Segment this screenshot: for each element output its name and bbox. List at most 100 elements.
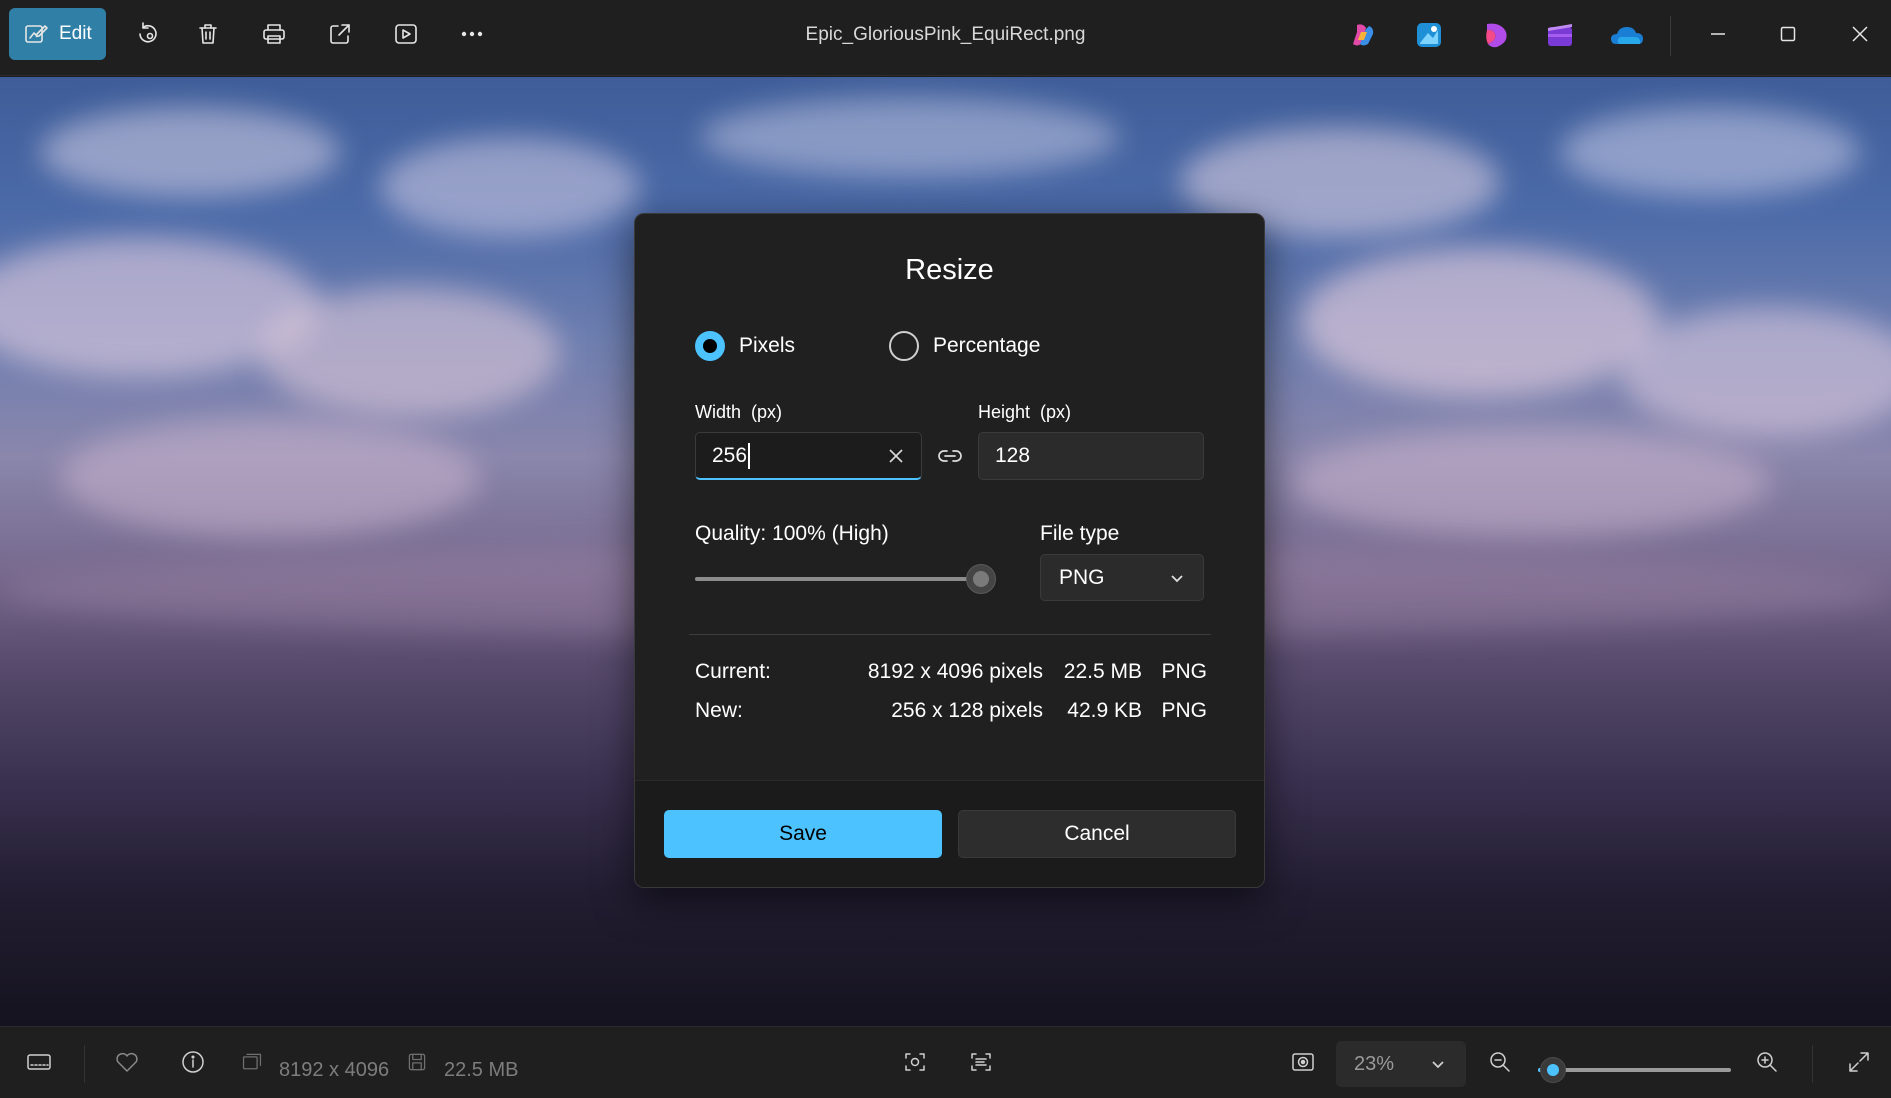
resize-dialog: Resize Pixels Percentage Width (px) 256 … xyxy=(634,213,1265,888)
zoom-slider-track[interactable] xyxy=(1538,1068,1731,1072)
zoom-out-button[interactable] xyxy=(1485,1047,1515,1077)
share-button[interactable] xyxy=(316,8,364,60)
new-dimensions: 256 x 128 pixels xyxy=(891,699,1043,722)
link-icon xyxy=(938,450,962,462)
cloud xyxy=(1620,307,1891,437)
share-icon xyxy=(330,24,350,44)
zoom-level: 23% xyxy=(1354,1052,1395,1075)
clear-icon xyxy=(889,449,903,463)
quality-label: Quality: 100% (High) xyxy=(695,522,889,545)
current-size: 22.5 MB xyxy=(1063,660,1142,683)
width-input[interactable]: 256 xyxy=(695,432,922,480)
new-size: 42.9 KB xyxy=(1067,699,1142,722)
quality-slider-thumb[interactable] xyxy=(966,564,996,594)
current-dimensions: 8192 x 4096 pixels xyxy=(867,660,1043,683)
quality-slider-track[interactable] xyxy=(695,577,980,581)
new-type: PNG xyxy=(1161,699,1207,722)
current-type: PNG xyxy=(1161,660,1207,683)
file-size-icon xyxy=(405,1047,429,1077)
minimize-button[interactable] xyxy=(1688,8,1748,60)
cloud xyxy=(700,97,1120,177)
file-info-button[interactable] xyxy=(178,1047,208,1077)
cancel-button[interactable]: Cancel xyxy=(958,810,1236,858)
cloud xyxy=(1290,427,1770,537)
new-label: New: xyxy=(695,699,743,722)
print-icon xyxy=(263,24,285,44)
fit-to-window-button[interactable] xyxy=(1288,1047,1318,1077)
rotate-icon xyxy=(139,22,157,43)
zoom-out-icon xyxy=(1490,1052,1510,1072)
chevron-down-icon xyxy=(1432,1061,1444,1069)
status-divider xyxy=(1812,1045,1813,1083)
lock-aspect-ratio-button[interactable] xyxy=(936,442,964,470)
clear-width-button[interactable] xyxy=(887,447,905,465)
radio-checked-icon xyxy=(695,331,725,361)
current-label: Current: xyxy=(695,660,771,683)
cloud xyxy=(1560,107,1860,197)
zoom-level-dropdown[interactable]: 23% xyxy=(1336,1041,1466,1087)
titlebar-divider xyxy=(1670,16,1671,56)
file-type-value: PNG xyxy=(1059,565,1105,589)
slideshow-icon xyxy=(395,24,417,44)
full-screen-button[interactable] xyxy=(1844,1047,1874,1077)
file-type-dropdown[interactable]: PNG xyxy=(1040,554,1204,601)
cloud xyxy=(380,137,640,237)
text-scan-icon xyxy=(971,1053,991,1071)
visual-search-button[interactable] xyxy=(900,1047,930,1077)
video-editor-icon[interactable] xyxy=(1545,20,1575,50)
zoom-in-button[interactable] xyxy=(1752,1047,1782,1077)
slideshow-button[interactable] xyxy=(382,8,430,60)
more-button[interactable] xyxy=(448,8,496,60)
edit-button[interactable]: Edit xyxy=(9,8,106,60)
percentage-radio[interactable]: Percentage xyxy=(889,331,1040,361)
radio-unchecked-icon xyxy=(889,331,919,361)
file-size: 22.5 MB xyxy=(444,1059,519,1081)
favorite-button[interactable] xyxy=(112,1047,142,1077)
percentage-radio-label: Percentage xyxy=(933,334,1041,357)
print-button[interactable] xyxy=(250,8,298,60)
filmstrip-icon xyxy=(27,1054,51,1070)
cloud xyxy=(40,107,340,197)
pixels-radio[interactable]: Pixels xyxy=(695,331,795,361)
pixels-radio-label: Pixels xyxy=(739,334,796,357)
clipchamp-icon[interactable] xyxy=(1481,20,1511,50)
height-input[interactable]: 128 xyxy=(978,432,1204,480)
delete-button[interactable] xyxy=(184,8,232,60)
close-icon xyxy=(1852,26,1868,42)
rotate-button[interactable] xyxy=(124,8,172,60)
delete-icon xyxy=(199,24,217,44)
status-bar: 8192 x 4096 22.5 MB 23% xyxy=(0,1026,1891,1098)
status-divider xyxy=(84,1045,85,1083)
dialog-title: Resize xyxy=(905,254,994,286)
edit-image-icon xyxy=(25,25,48,43)
image-dimensions: 8192 x 4096 xyxy=(279,1059,390,1081)
dialog-divider xyxy=(689,634,1211,635)
dimensions-icon xyxy=(240,1047,264,1077)
height-value: 128 xyxy=(995,444,1031,467)
chevron-down-icon xyxy=(1171,574,1183,582)
more-icon xyxy=(461,31,483,37)
designer-icon[interactable] xyxy=(1414,20,1444,50)
zoom-slider-thumb[interactable] xyxy=(1540,1057,1567,1083)
edit-button-label: Edit xyxy=(59,23,92,44)
expand-icon xyxy=(1849,1052,1869,1072)
text-caret xyxy=(748,442,751,469)
onedrive-icon[interactable] xyxy=(1610,20,1644,50)
zoom-in-icon xyxy=(1757,1052,1777,1072)
visual-search-icon xyxy=(905,1053,925,1071)
cloud xyxy=(60,417,480,537)
cloud xyxy=(260,287,560,417)
dialog-footer: Save Cancel xyxy=(635,780,1264,887)
heart-icon xyxy=(116,1052,138,1072)
copilot-icon[interactable] xyxy=(1348,20,1378,50)
fit-to-window-icon xyxy=(1292,1053,1314,1071)
text-scan-button[interactable] xyxy=(966,1047,996,1077)
minimize-icon xyxy=(1711,33,1725,35)
height-label: Height (px) xyxy=(978,402,1072,422)
info-icon xyxy=(182,1051,204,1073)
save-button[interactable]: Save xyxy=(664,810,942,858)
filmstrip-button[interactable] xyxy=(24,1047,54,1077)
maximize-button[interactable] xyxy=(1758,8,1818,60)
close-button[interactable] xyxy=(1830,8,1890,60)
cloud xyxy=(1300,247,1660,397)
